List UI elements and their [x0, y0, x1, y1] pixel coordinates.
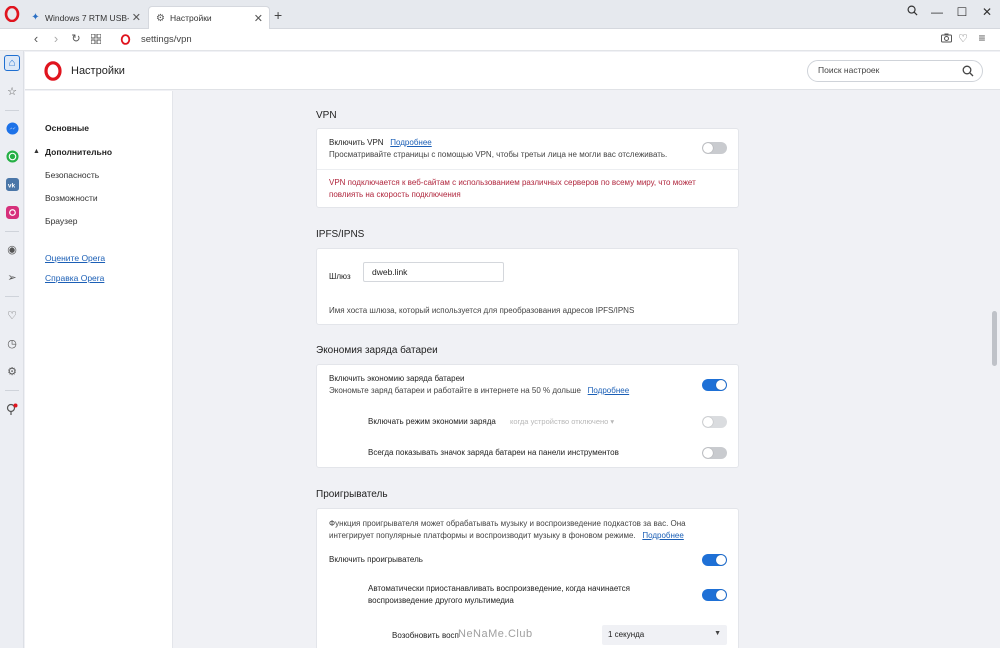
autopause-label-line1: Автоматически приостанавливать воспроизв…: [368, 584, 630, 593]
vpn-description: Просматривайте страницы с помощью VPN, ч…: [329, 150, 668, 159]
battery-toggle[interactable]: [702, 379, 727, 391]
reload-icon[interactable]: ↻: [68, 32, 84, 45]
section-title-battery: Экономия заряда батареи: [316, 345, 438, 356]
new-tab-button[interactable]: +: [274, 7, 282, 23]
player-description-line2: интегрирует популярные платформы и воспр…: [329, 531, 636, 540]
instagram-icon[interactable]: [4, 204, 20, 220]
settings-gear-icon[interactable]: ⚙: [4, 363, 20, 379]
caret-up-icon[interactable]: ▲: [33, 148, 40, 155]
battery-mode-select[interactable]: когда устройство отключено ▾: [510, 417, 614, 426]
nav-advanced[interactable]: Дополнительно: [45, 147, 112, 157]
link-help-opera[interactable]: Справка Opera: [45, 273, 104, 283]
vpn-warning-line1: VPN подключается к веб-сайтам с использо…: [329, 178, 696, 187]
address-bar: ‹ › ↻ settings/vpn ♡ ≡: [0, 29, 1000, 51]
page-title: Настройки: [71, 65, 125, 77]
forward-icon[interactable]: ›: [48, 31, 64, 46]
minimize-button[interactable]: —: [929, 5, 945, 19]
heart-icon[interactable]: ♡: [955, 32, 971, 45]
pinboard-icon[interactable]: ☆: [4, 83, 20, 99]
gear-icon: ⚙: [156, 12, 165, 24]
search-tabs-icon[interactable]: [904, 5, 920, 19]
section-title-ipfs: IPFS/IPNS: [316, 229, 365, 240]
tab-label: Windows 7 RTM USB-DVD: [45, 12, 129, 23]
history-icon[interactable]: ◷: [4, 335, 20, 351]
resume-label: Возобновить восп: [392, 631, 459, 640]
battery-description: Экономьте заряд батареи и работайте в ин…: [329, 386, 581, 395]
bird-icon: ✦: [31, 12, 40, 23]
settings-nav: Основные ▲ Дополнительно Безопасность Во…: [25, 91, 173, 648]
player-description-line1: Функция проигрывателя может обрабатывать…: [329, 519, 686, 528]
nav-security[interactable]: Безопасность: [45, 170, 99, 180]
search-input[interactable]: [818, 65, 958, 75]
whatsapp-icon[interactable]: [4, 148, 20, 164]
url-field[interactable]: settings/vpn: [141, 34, 192, 45]
maximize-button[interactable]: ☐: [954, 5, 970, 19]
opera-url-icon: [120, 34, 131, 45]
vpn-more-link[interactable]: Подробнее: [390, 138, 432, 147]
section-title-vpn: VPN: [316, 110, 337, 121]
scrollbar-thumb[interactable]: [992, 311, 997, 366]
close-tab-icon[interactable]: ✕: [132, 11, 141, 24]
vpn-toggle[interactable]: [702, 142, 727, 154]
player-enable-label: Включить проигрыватель: [329, 555, 423, 564]
battery-card: Включить экономию заряда батареи Экономь…: [316, 364, 739, 468]
search-icon[interactable]: [962, 65, 974, 77]
opera-menu-icon[interactable]: [4, 6, 20, 22]
gateway-input[interactable]: dweb.link: [363, 262, 504, 282]
camera-icon[interactable]: [938, 33, 954, 46]
battery-icon-label: Всегда показывать значок заряда батареи …: [368, 448, 619, 457]
settings-header: Настройки: [25, 52, 1000, 90]
vpn-warning-line2: повлиять на скорость подключения: [329, 190, 461, 199]
player-toggle[interactable]: [702, 554, 727, 566]
gateway-hint: Имя хоста шлюза, который используется дл…: [329, 306, 635, 315]
player-icon[interactable]: ◉: [4, 241, 20, 257]
battery-enable-label: Включить экономию заряда батареи: [329, 374, 465, 383]
battery-mode-toggle[interactable]: [702, 416, 727, 428]
lightbulb-icon[interactable]: [4, 401, 20, 417]
autopause-label-line2: воспроизведение другого мультимедиа: [368, 596, 514, 605]
close-tab-icon[interactable]: ✕: [254, 12, 263, 25]
battery-icon-toggle[interactable]: [702, 447, 727, 459]
easy-setup-icon[interactable]: ≡: [974, 31, 990, 45]
player-card: Функция проигрывателя может обрабатывать…: [316, 508, 739, 648]
tab-strip: ✦ Windows 7 RTM USB-DVD ✕ ⚙ Настройки ✕ …: [0, 0, 1000, 29]
scrollbar[interactable]: [989, 91, 1000, 648]
battery-more-link[interactable]: Подробнее: [588, 386, 630, 395]
back-icon[interactable]: ‹: [28, 31, 44, 46]
send-icon[interactable]: ➢: [4, 269, 20, 285]
resume-value: 1 секунда: [608, 630, 645, 639]
nav-browser[interactable]: Браузер: [45, 216, 77, 226]
bookmarks-heart-icon[interactable]: ♡: [4, 307, 20, 323]
gateway-label: Шлюз: [329, 272, 351, 281]
vpn-card: Включить VPN Подробнее Просматривайте ст…: [316, 128, 739, 208]
settings-content: VPN Включить VPN Подробнее Просматривайт…: [174, 91, 989, 648]
vpn-enable-label: Включить VPN: [329, 138, 384, 147]
sidebar: ⌂ ☆ vk ◉ ➢ ♡ ◷ ⚙: [0, 51, 24, 648]
watermark: NeNaMe.Club: [458, 628, 533, 640]
settings-search[interactable]: [807, 60, 983, 82]
section-title-player: Проигрыватель: [316, 489, 388, 500]
dropdown-arrow-icon: ▼: [714, 630, 721, 637]
tab-settings[interactable]: ⚙ Настройки ✕: [148, 6, 270, 29]
link-rate-opera[interactable]: Оцените Opera: [45, 253, 105, 263]
vk-icon[interactable]: vk: [4, 176, 20, 192]
autopause-toggle[interactable]: [702, 589, 727, 601]
messenger-icon[interactable]: [4, 120, 20, 136]
resume-select[interactable]: 1 секунда ▼: [602, 625, 727, 645]
player-more-link[interactable]: Подробнее: [642, 531, 684, 540]
ipfs-card: Шлюз dweb.link Имя хоста шлюза, который …: [316, 248, 739, 325]
nav-basic[interactable]: Основные: [45, 123, 89, 133]
speed-dial-grid-icon[interactable]: [88, 32, 104, 47]
tab-windows7[interactable]: ✦ Windows 7 RTM USB-DVD ✕: [24, 6, 147, 29]
close-window-button[interactable]: ✕: [979, 5, 995, 19]
svg-text:vk: vk: [7, 182, 15, 189]
nav-features[interactable]: Возможности: [45, 193, 98, 203]
opera-logo-icon: [44, 61, 62, 81]
battery-mode-label: Включать режим экономии заряда: [368, 417, 496, 426]
tab-label: Настройки: [170, 13, 212, 23]
home-icon[interactable]: ⌂: [4, 55, 20, 71]
